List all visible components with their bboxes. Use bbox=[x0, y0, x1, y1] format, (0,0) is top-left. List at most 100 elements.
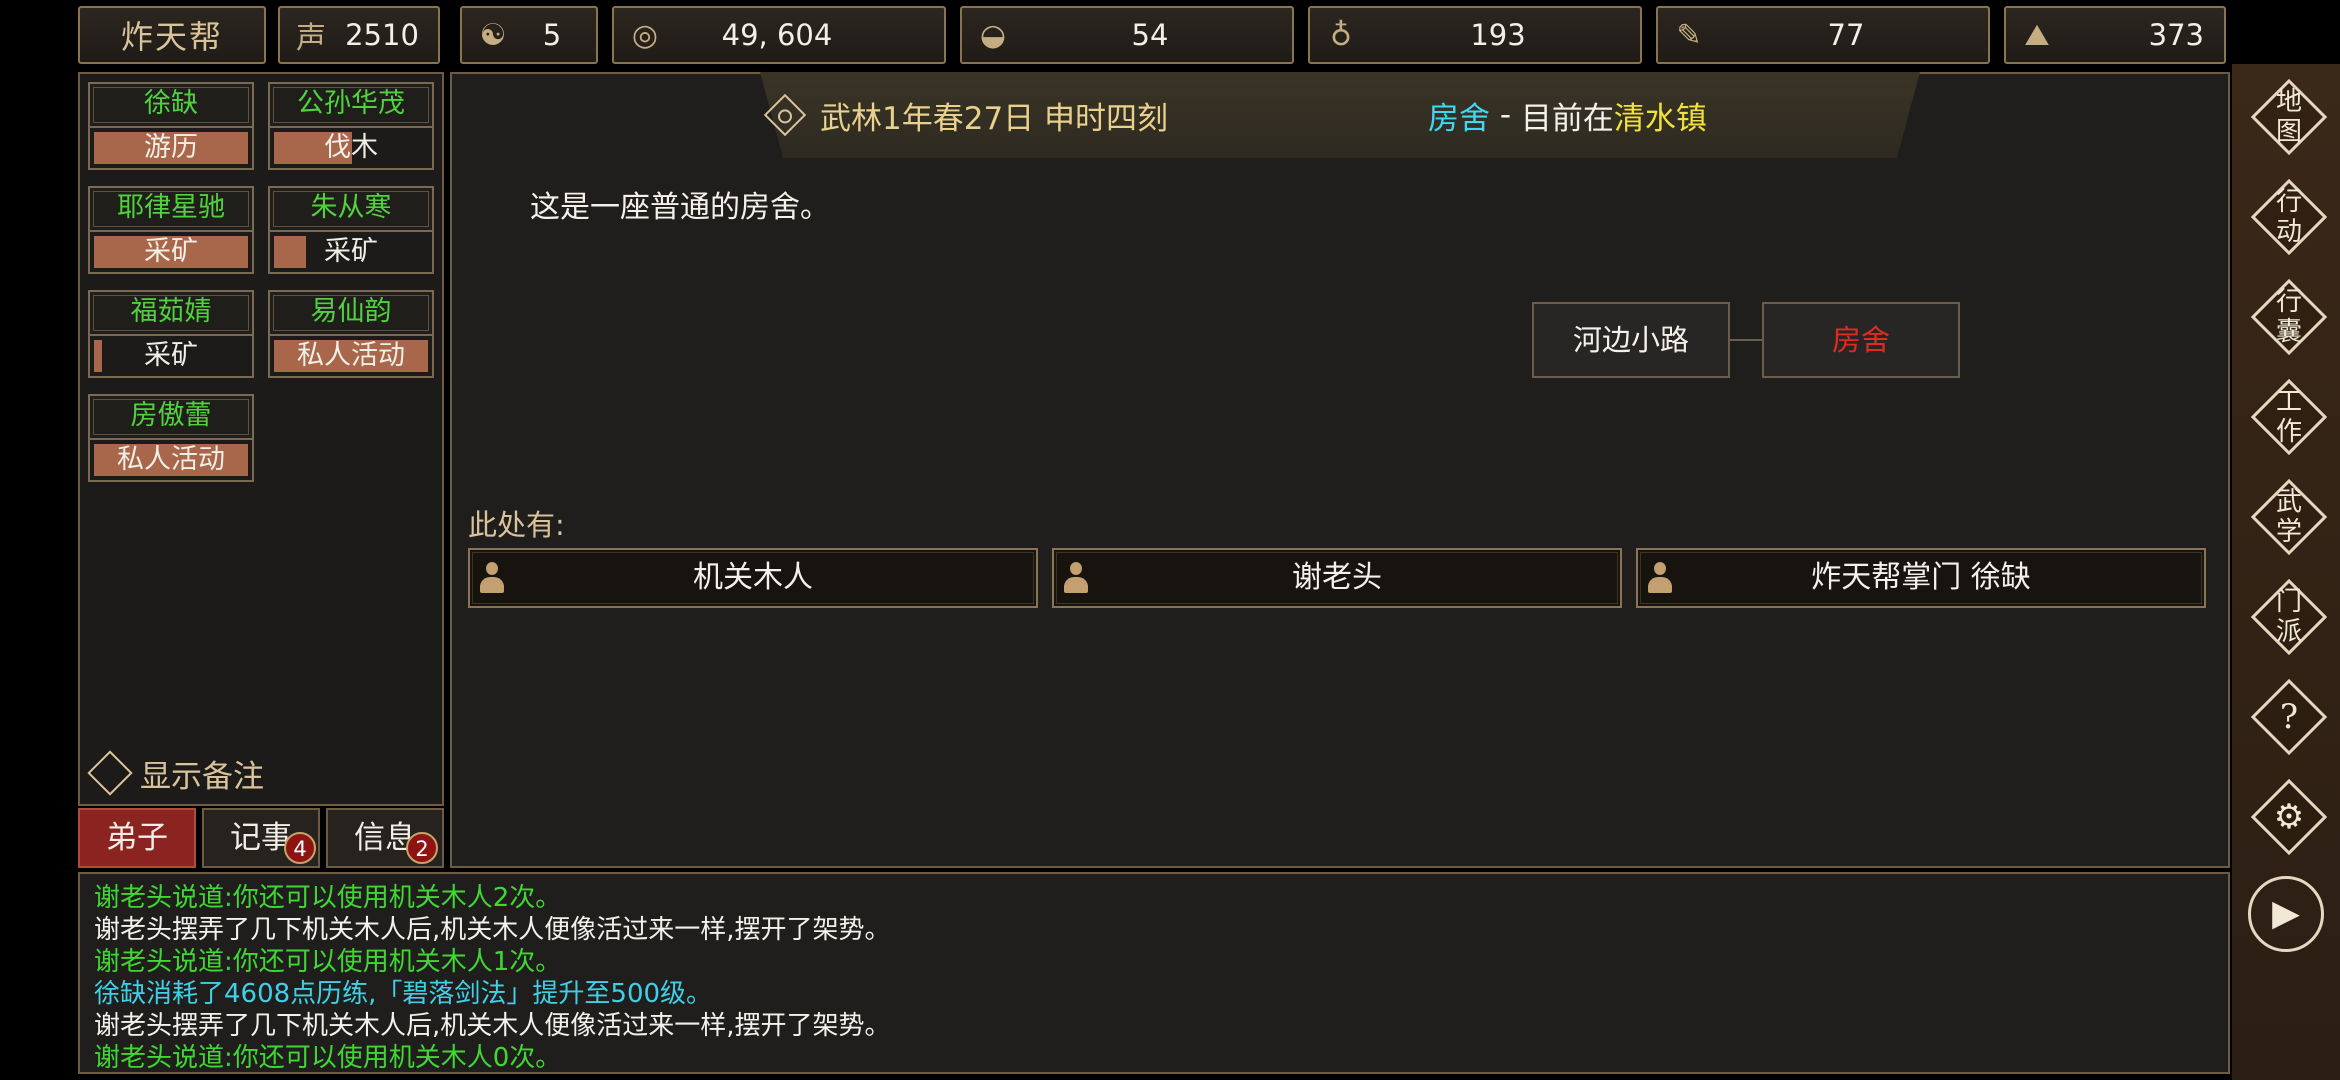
resource-coins[interactable]: ◎ 49, 604 bbox=[612, 6, 946, 64]
menu-martial-button[interactable]: 武学 bbox=[2250, 478, 2328, 556]
job-label: 采矿 bbox=[144, 340, 198, 371]
log-line: 谢老头摆弄了几下机关木人后,机关木人便像活过来一样,摆开了架势。 bbox=[94, 1011, 891, 1041]
message-log[interactable]: 谢老头说道:你还可以使用机关木人2次。 谢老头摆弄了几下机关木人后,机关木人便像… bbox=[78, 872, 2230, 1074]
job-label: 伐木 bbox=[324, 132, 378, 163]
disciple-card[interactable]: 徐缺 游历 bbox=[88, 82, 254, 174]
resource-scroll[interactable]: ✎ 77 bbox=[1656, 6, 1990, 64]
job-label: 私人活动 bbox=[117, 444, 225, 475]
disciple-card[interactable]: 公孙华茂 伐木 bbox=[268, 82, 434, 174]
log-line: 谢老头说道:你还可以使用机关木人1次。 bbox=[94, 947, 562, 977]
menu-label: 工作 bbox=[2275, 387, 2302, 447]
disciple-name: 公孙华茂 bbox=[268, 82, 434, 126]
npc-button[interactable]: 炸天帮掌门 徐缺 bbox=[1636, 548, 2206, 608]
here-label: 此处有: bbox=[468, 508, 565, 542]
location-description: 这是一座普通的房舍。 bbox=[530, 190, 830, 225]
tab-label: 记事 bbox=[230, 820, 292, 856]
resource-gourd[interactable]: ♁ 193 bbox=[1308, 6, 1642, 64]
disciple-name: 徐缺 bbox=[88, 82, 254, 126]
disciple-job: 私人活动 bbox=[268, 334, 434, 378]
datetime-display: 武林1年春27日 申时四刻 bbox=[763, 92, 1169, 138]
job-label: 采矿 bbox=[144, 236, 198, 267]
settings-button[interactable]: ⚙ bbox=[2250, 778, 2328, 856]
resource-value: 5 bbox=[542, 18, 562, 52]
gear-icon: ⚙ bbox=[2273, 797, 2305, 837]
disciple-card[interactable]: 耶律星驰 采矿 bbox=[88, 186, 254, 278]
tab-disciples[interactable]: 弟子 bbox=[78, 808, 196, 868]
person-icon bbox=[1064, 562, 1088, 596]
tab-label: 弟子 bbox=[106, 820, 168, 856]
resource-yin-yang[interactable]: ☯ 5 bbox=[460, 6, 598, 64]
play-button[interactable]: ▶ bbox=[2248, 876, 2324, 952]
person-icon bbox=[480, 562, 504, 596]
town-name: 清水镇 bbox=[1613, 100, 1707, 137]
resource-ore[interactable]: ⛰ 373 bbox=[2004, 6, 2226, 64]
map-node-label: 河边小路 bbox=[1572, 323, 1689, 357]
disciple-card[interactable]: 福茹婧 采矿 bbox=[88, 290, 254, 382]
resource-value: 2510 bbox=[345, 18, 419, 52]
current-prefix: 目前在 bbox=[1520, 100, 1614, 137]
show-notes-toggle[interactable]: 显示备注 bbox=[86, 750, 264, 796]
coin-icon: ◎ bbox=[631, 17, 659, 53]
yin-yang-icon: ☯ bbox=[479, 17, 507, 53]
gang-name-box[interactable]: 炸天帮 bbox=[78, 6, 266, 64]
disciple-name: 耶律星驰 bbox=[88, 186, 254, 230]
log-line: 谢老头说道:你还可以使用机关木人2次。 bbox=[94, 883, 562, 913]
log-line: 谢老头说道:你还可以使用机关木人0次。 bbox=[94, 1043, 562, 1073]
disciple-name: 房傲蕾 bbox=[88, 394, 254, 438]
npc-button[interactable]: 谢老头 bbox=[1052, 548, 1622, 608]
resource-value: 373 bbox=[2148, 18, 2204, 52]
show-notes-label: 显示备注 bbox=[140, 758, 264, 795]
map-node-label: 房舍 bbox=[1831, 323, 1890, 357]
disciple-name: 福茹婧 bbox=[88, 290, 254, 334]
checkbox-diamond-icon bbox=[87, 750, 133, 796]
resource-food[interactable]: ◒ 54 bbox=[960, 6, 1294, 64]
npc-name: 机关木人 bbox=[693, 560, 813, 595]
disciple-job: 采矿 bbox=[88, 230, 254, 274]
compass-icon bbox=[763, 93, 807, 137]
menu-map-button[interactable]: 地图 bbox=[2250, 78, 2328, 156]
menu-bag-button[interactable]: 行囊 bbox=[2250, 278, 2328, 356]
resource-value: 54 bbox=[1131, 18, 1169, 52]
menu-action-button[interactable]: 行动 bbox=[2250, 178, 2328, 256]
prestige-icon: 声 bbox=[296, 21, 326, 56]
disciple-job: 游历 bbox=[88, 126, 254, 170]
npc-name: 炸天帮掌门 徐缺 bbox=[1811, 560, 2031, 595]
disciple-name: 朱从寒 bbox=[268, 186, 434, 230]
scroll-icon: ✎ bbox=[1676, 17, 1702, 53]
disciple-card[interactable]: 易仙韵 私人活动 bbox=[268, 290, 434, 382]
menu-label: 行囊 bbox=[2275, 287, 2302, 347]
disciple-card[interactable]: 朱从寒 采矿 bbox=[268, 186, 434, 278]
gourd-icon: ♁ bbox=[1330, 17, 1352, 53]
help-button[interactable]: ? bbox=[2250, 678, 2328, 756]
datetime-text: 武林1年春27日 申时四刻 bbox=[820, 100, 1169, 137]
menu-label: 武学 bbox=[2275, 487, 2302, 547]
menu-sect-button[interactable]: 门派 bbox=[2250, 578, 2328, 656]
disciple-job: 采矿 bbox=[268, 230, 434, 274]
map-node-riverside-path[interactable]: 河边小路 bbox=[1532, 302, 1730, 378]
location-name: 房舍 bbox=[1428, 100, 1490, 137]
person-icon bbox=[1648, 562, 1672, 596]
npc-name: 谢老头 bbox=[1292, 560, 1382, 595]
log-line: 谢老头摆弄了几下机关木人后,机关木人便像活过来一样,摆开了架势。 bbox=[94, 915, 891, 945]
map-node-current[interactable]: 房舍 bbox=[1762, 302, 1960, 378]
job-label: 私人活动 bbox=[297, 340, 405, 371]
resource-value: 77 bbox=[1827, 18, 1865, 52]
info-badge: 2 bbox=[406, 832, 438, 864]
resource-prestige[interactable]: 声 2510 bbox=[278, 6, 440, 64]
disciple-job: 私人活动 bbox=[88, 438, 254, 482]
disciple-card[interactable]: 房傲蕾 私人活动 bbox=[88, 394, 254, 486]
npc-button[interactable]: 机关木人 bbox=[468, 548, 1038, 608]
disciple-name: 易仙韵 bbox=[268, 290, 434, 334]
gang-name: 炸天帮 bbox=[120, 18, 223, 56]
ore-icon: ⛰ bbox=[2024, 17, 2050, 53]
job-label: 游历 bbox=[144, 132, 198, 163]
menu-work-button[interactable]: 工作 bbox=[2250, 378, 2328, 456]
location-separator: - bbox=[1490, 97, 1521, 133]
location-display: 房舍 - 目前在 清水镇 bbox=[1428, 92, 1707, 138]
help-icon: ? bbox=[2279, 697, 2299, 737]
play-icon: ▶ bbox=[2272, 893, 2300, 934]
menu-label: 地图 bbox=[2275, 87, 2302, 147]
map-connector bbox=[1730, 339, 1762, 341]
resource-value: 193 bbox=[1470, 18, 1526, 52]
resource-value: 49, 604 bbox=[721, 18, 833, 52]
